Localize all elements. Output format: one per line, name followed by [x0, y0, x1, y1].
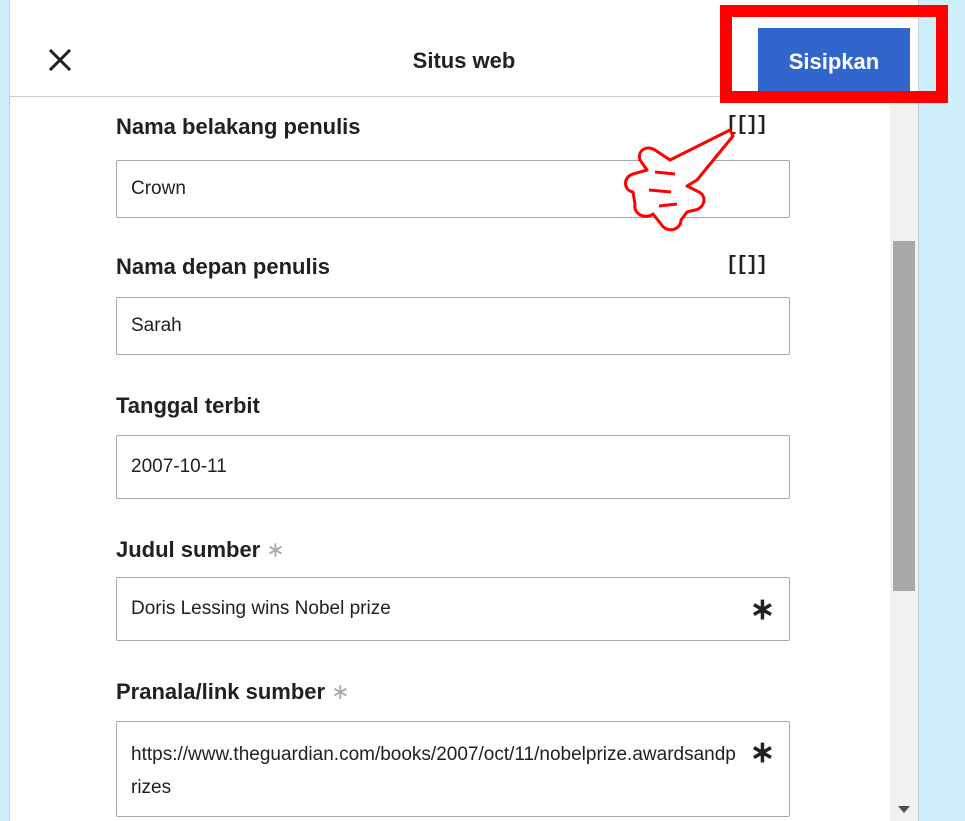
required-icon: ∗	[749, 593, 775, 626]
source-url-value: https://www.theguardian.com/books/2007/o…	[131, 744, 736, 798]
first-name-field[interactable]: Sarah	[116, 297, 790, 355]
publish-date-value: 2007-10-11	[131, 456, 227, 477]
field-label-first-name: Nama depan penulis	[116, 254, 330, 279]
insert-button[interactable]: Sisipkan	[758, 28, 910, 95]
field-label-last-name: Nama belakang penulis	[116, 114, 361, 139]
last-name-value: Crown	[131, 178, 186, 199]
citation-dialog: Situs web Nama belakang penulis [[]] Cro…	[10, 0, 918, 821]
field-label-source-url: Pranala/link sumber ∗	[116, 679, 350, 705]
required-icon: ∗	[266, 537, 285, 562]
required-icon: ∗	[331, 679, 350, 704]
source-title-field[interactable]: Doris Lessing wins Nobel prize ∗	[116, 577, 790, 641]
first-name-value: Sarah	[131, 315, 182, 336]
last-name-field[interactable]: Crown	[116, 160, 790, 218]
publish-date-field[interactable]: 2007-10-11	[116, 435, 790, 499]
field-label-source-title: Judul sumber ∗	[116, 537, 285, 563]
source-url-label-text: Pranala/link sumber	[116, 679, 326, 704]
source-url-field[interactable]: https://www.theguardian.com/books/2007/o…	[116, 721, 790, 817]
source-title-label-text: Judul sumber	[116, 537, 261, 562]
wikilink-button-last-name[interactable]: [[]]	[726, 114, 768, 137]
field-label-publish-date: Tanggal terbit	[116, 393, 260, 418]
scrollbar[interactable]	[890, 97, 918, 821]
chevron-down-icon[interactable]	[898, 806, 910, 813]
scrollbar-thumb[interactable]	[893, 241, 915, 591]
required-icon: ∗	[749, 736, 775, 769]
dialog-body: Nama belakang penulis [[]] Crown Nama de…	[10, 97, 890, 821]
source-title-value: Doris Lessing wins Nobel prize	[131, 598, 391, 619]
wikilink-button-first-name[interactable]: [[]]	[726, 254, 768, 277]
